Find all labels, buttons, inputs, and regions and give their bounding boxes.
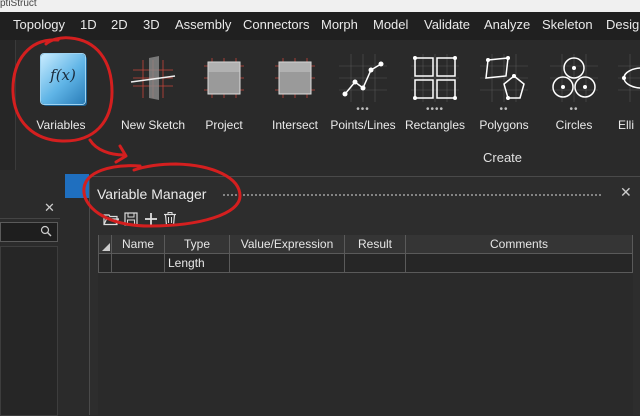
ribbon-left-strip [0,40,16,170]
row-selector[interactable] [98,254,112,273]
variable-manager-title: Variable Manager [97,186,207,202]
project-icon [204,58,244,98]
cell-name[interactable] [112,254,165,273]
new-sketch-label: New Sketch [120,118,186,132]
cell-result[interactable] [345,254,406,273]
menu-topology[interactable]: Topology [13,17,65,32]
save-icon[interactable] [123,211,139,227]
intersect-button[interactable]: Intersect [264,40,326,150]
table-row[interactable]: Length [98,254,633,273]
polygons-icon [480,54,528,102]
create-group-label: Create [483,150,523,165]
menu-model[interactable]: Model [373,17,408,32]
ellipse-label: Elli [618,118,635,132]
polygons-button[interactable]: •• Polygons [472,40,536,150]
open-icon[interactable] [103,211,119,227]
browser-close-icon[interactable]: ✕ [44,200,55,216]
variables-label: Variables [36,118,86,132]
menu-2d[interactable]: 2D [111,17,128,32]
points-lines-icon [339,54,387,102]
menu-connectors[interactable]: Connectors [243,17,309,32]
cell-type[interactable]: Length [165,254,230,273]
table-header: Name Type Value/Expression Result Commen… [98,235,633,254]
intersect-icon [275,58,315,98]
menu-bar: Topology 1D 2D 3D Assembly Connectors Mo… [0,12,640,40]
variable-manager-close-icon[interactable]: ✕ [620,184,632,201]
points-lines-button[interactable]: ••• Points/Lines [328,40,398,150]
new-sketch-icon [130,56,176,100]
ellipse-icon [618,54,640,102]
variables-button[interactable]: f(x) Variables [24,48,98,148]
menu-design[interactable]: Desig [606,17,639,32]
column-header-type[interactable]: Type [165,235,230,254]
rectangles-more[interactable]: •••• [400,104,470,115]
cell-comments[interactable] [406,254,633,273]
column-header-value[interactable]: Value/Expression [230,235,345,254]
delete-icon[interactable] [162,211,178,227]
polygons-more[interactable]: •• [472,104,536,115]
cell-value[interactable] [230,254,345,273]
variables-icon: f(x) [41,54,85,104]
menu-assembly[interactable]: Assembly [175,17,231,32]
circles-label: Circles [555,118,593,132]
project-button[interactable]: Project [193,40,255,150]
rectangles-icon [411,54,459,102]
variables-icon-text: f(x) [50,66,76,84]
polygons-label: Polygons [479,118,529,132]
circles-button[interactable]: •• Circles [542,40,606,150]
panel-tab[interactable] [65,174,89,198]
menu-morph[interactable]: Morph [321,17,358,32]
browser-panel: ✕ [0,170,60,416]
column-header-name[interactable]: Name [112,235,165,254]
menu-skeleton[interactable]: Skeleton [542,17,593,32]
ellipse-button[interactable]: Elli [612,40,640,150]
points-lines-label: Points/Lines [330,118,396,132]
menu-analyze[interactable]: Analyze [484,17,530,32]
rectangles-label: Rectangles [404,118,466,132]
panel-drag-handle[interactable] [222,193,602,197]
points-lines-more[interactable]: ••• [328,104,398,115]
circles-more[interactable]: •• [542,104,606,115]
menu-3d[interactable]: 3D [143,17,160,32]
window-title: ptiStruct [0,0,37,9]
window-titlebar: ptiStruct [0,0,640,12]
search-icon[interactable] [40,225,52,237]
menu-1d[interactable]: 1D [80,17,97,32]
column-header-result[interactable]: Result [345,235,406,254]
variable-manager-panel: Variable Manager ✕ Name Type Value/Expre… [89,176,640,415]
menu-validate[interactable]: Validate [424,17,470,32]
intersect-label: Intersect [271,118,319,132]
variables-table: Name Type Value/Expression Result Commen… [98,235,633,415]
table-corner[interactable] [98,235,112,254]
rectangles-button[interactable]: •••• Rectangles [400,40,470,150]
circles-icon [550,54,598,102]
new-sketch-button[interactable]: New Sketch [115,40,191,150]
add-icon[interactable] [143,211,159,227]
browser-tree[interactable] [0,246,58,416]
project-label: Project [205,118,243,132]
column-header-comments[interactable]: Comments [406,235,633,254]
